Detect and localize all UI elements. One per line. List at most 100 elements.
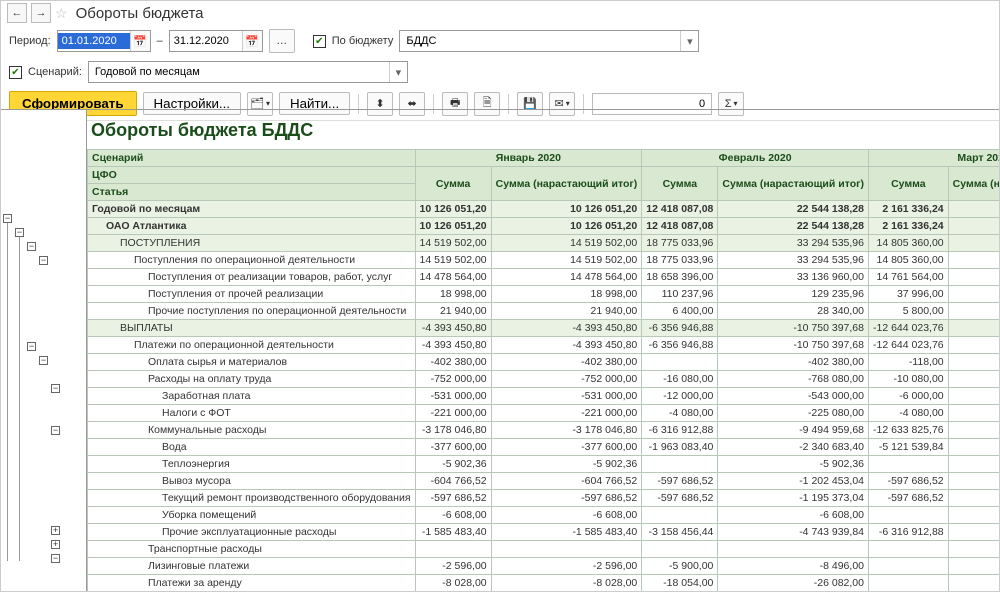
- table-row[interactable]: Прочие эксплуатационные расходы-1 585 48…: [88, 524, 1000, 541]
- table-row[interactable]: Налоги с ФОТ-221 000,00-221 000,00-4 080…: [88, 405, 1000, 422]
- outline-toggle[interactable]: −: [3, 214, 12, 223]
- outline-toggle[interactable]: −: [51, 426, 60, 435]
- cell: 14 519 502,00: [491, 252, 642, 269]
- cell: -4 393 450,80: [491, 320, 642, 337]
- cell: -12 633 825,76: [869, 422, 949, 439]
- outline-line: [7, 223, 8, 561]
- period-picker-button[interactable]: …: [269, 29, 295, 53]
- table-row[interactable]: Заработная плата-531 000,00-531 000,00-1…: [88, 388, 1000, 405]
- cell: [948, 541, 999, 558]
- outline-toggle[interactable]: +: [51, 526, 60, 535]
- date-from-calendar-button[interactable]: 📅: [130, 31, 150, 51]
- row-label: Годовой по месяцам: [88, 201, 416, 218]
- cell: -402 498,00: [948, 354, 999, 371]
- outline-toggle[interactable]: −: [51, 554, 60, 563]
- row-label: Вода: [88, 439, 416, 456]
- report-body[interactable]: Обороты бюджета БДДС Сценарий Январь 202…: [87, 109, 999, 591]
- table-row[interactable]: Прочие поступления по операционной деяте…: [88, 303, 1000, 320]
- cell: 28 340,00: [718, 303, 869, 320]
- row-label: Поступления от реализации товаров, работ…: [88, 269, 416, 286]
- table-row[interactable]: Коммунальные расходы-3 178 046,80-3 178 …: [88, 422, 1000, 439]
- table-row[interactable]: ВЫПЛАТЫ-4 393 450,80-4 393 450,80-6 356 …: [88, 320, 1000, 337]
- cell: -402 380,00: [718, 354, 869, 371]
- row-label: Лизинговые платежи: [88, 558, 416, 575]
- budget-select-input[interactable]: [400, 33, 680, 49]
- table-row[interactable]: Текущий ремонт производственного оборудо…: [88, 490, 1000, 507]
- cell: -12 644 023,76: [869, 337, 949, 354]
- cell: 10 126 051,20: [491, 201, 642, 218]
- table-row[interactable]: Вода-377 600,00-377 600,00-1 963 083,40-…: [88, 439, 1000, 456]
- row-label: Оплата сырья и материалов: [88, 354, 416, 371]
- cell: -1 800 139,56: [948, 473, 999, 490]
- table-row[interactable]: Транспортные расходы: [88, 541, 1000, 558]
- arrow-right-icon: →: [36, 7, 47, 19]
- cell: -6 608,00: [491, 507, 642, 524]
- outline-toggle[interactable]: −: [39, 356, 48, 365]
- cell: -8 496,00: [948, 558, 999, 575]
- outline-line: [19, 237, 20, 561]
- table-row[interactable]: Платежи по операционной деятельности-4 3…: [88, 337, 1000, 354]
- cell: 48 099 895,96: [948, 252, 999, 269]
- scenario-checkbox[interactable]: ✔: [9, 66, 22, 79]
- cell: [869, 575, 949, 592]
- cell: [869, 456, 949, 473]
- sigma-icon: Σ: [725, 98, 732, 110]
- table-row[interactable]: Теплоэнергия-5 902,36-5 902,36-5 902,36-…: [88, 456, 1000, 473]
- table-row[interactable]: ОАО Атлантика10 126 051,2010 126 051,201…: [88, 218, 1000, 235]
- outline-toggle[interactable]: −: [27, 242, 36, 251]
- cell: 10 126 051,20: [415, 201, 491, 218]
- favorite-star-icon[interactable]: ☆: [55, 5, 68, 22]
- outline-toggle[interactable]: −: [15, 228, 24, 237]
- cell: -2 596,00: [491, 558, 642, 575]
- cell: -2 596,00: [415, 558, 491, 575]
- cell: -3 178 046,80: [415, 422, 491, 439]
- calendar-icon: 📅: [133, 35, 147, 48]
- col-cum-1: Сумма (нарастающий итог): [491, 167, 642, 201]
- row-label: ВЫПЛАТЫ: [88, 320, 416, 337]
- date-from-input[interactable]: [58, 33, 130, 49]
- cell: -604 766,52: [491, 473, 642, 490]
- cell: -604 766,52: [415, 473, 491, 490]
- outline-toggle[interactable]: −: [39, 256, 48, 265]
- table-row[interactable]: ПОСТУПЛЕНИЯ14 519 502,0014 519 502,0018 …: [88, 235, 1000, 252]
- table-row[interactable]: Оплата сырья и материалов -402 380,00 -402…: [88, 354, 1000, 371]
- table-row[interactable]: Поступления по операционной деятельности…: [88, 252, 1000, 269]
- table-row[interactable]: Поступления от реализации товаров, работ…: [88, 269, 1000, 286]
- row-label: Вывоз мусора: [88, 473, 416, 490]
- arrow-left-icon: ←: [12, 7, 23, 19]
- cell: -402 380,00: [491, 354, 642, 371]
- cell: 12 418 087,08: [642, 201, 718, 218]
- outline-toggle[interactable]: −: [27, 342, 36, 351]
- nav-back-button[interactable]: ←: [7, 3, 27, 23]
- cell: 14 761 564,00: [869, 269, 949, 286]
- scenario-select-input[interactable]: [89, 64, 389, 80]
- cell: -597 686,52: [642, 490, 718, 507]
- cell: -6 316 912,88: [642, 422, 718, 439]
- outline-toggle[interactable]: +: [51, 540, 60, 549]
- nav-forward-button[interactable]: →: [31, 3, 51, 23]
- table-row[interactable]: Поступления от прочей реализации18 998,0…: [88, 286, 1000, 303]
- date-to-calendar-button[interactable]: 📅: [242, 31, 262, 51]
- outline-toggle[interactable]: −: [51, 384, 60, 393]
- cell: -3 178 046,80: [491, 422, 642, 439]
- table-row[interactable]: Расходы на оплату труда-752 000,00-752 0…: [88, 371, 1000, 388]
- row-label: Теплоэнергия: [88, 456, 416, 473]
- table-row[interactable]: Уборка помещений-6 608,00-6 608,00-6 608…: [88, 507, 1000, 524]
- table-row[interactable]: Вывоз мусора-604 766,52-604 766,52-597 6…: [88, 473, 1000, 490]
- col-month-2: Февраль 2020: [642, 150, 869, 167]
- scenario-select-dropdown[interactable]: ▾: [389, 62, 407, 82]
- by-budget-checkbox[interactable]: ✔: [313, 35, 326, 48]
- cell: -26 082,00: [948, 575, 999, 592]
- table-row[interactable]: Лизинговые платежи-2 596,00-2 596,00-5 9…: [88, 558, 1000, 575]
- cell: 18 658 396,00: [642, 269, 718, 286]
- table-row[interactable]: Годовой по месяцам10 126 051,2010 126 05…: [88, 201, 1000, 218]
- cell: -543 000,00: [718, 388, 869, 405]
- cell: 34 140,00: [948, 303, 999, 320]
- table-row[interactable]: Платежи за аренду-8 028,00-8 028,00-18 0…: [88, 575, 1000, 592]
- cell: 18 775 033,96: [642, 252, 718, 269]
- cell: -2 340 683,40: [718, 439, 869, 456]
- cell: 18 998,00: [491, 286, 642, 303]
- budget-select-dropdown[interactable]: ▾: [680, 31, 698, 51]
- cell: -6 608,00: [718, 507, 869, 524]
- date-to-input[interactable]: [170, 33, 242, 49]
